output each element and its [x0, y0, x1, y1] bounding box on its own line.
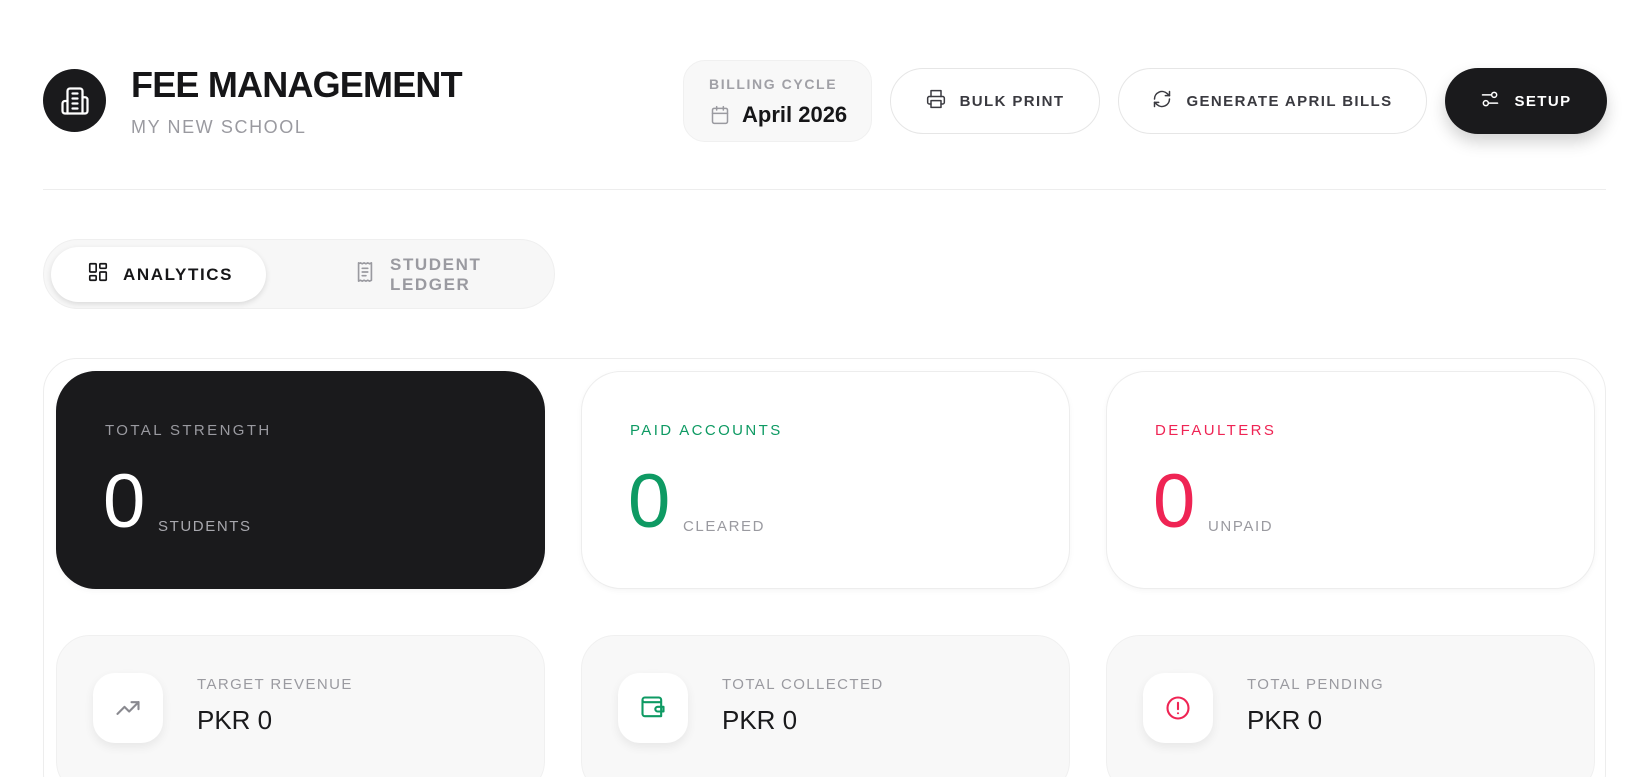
- tab-analytics[interactable]: ANALYTICS: [51, 247, 266, 302]
- total-strength-card: TOTAL STRENGTH 0 STUDENTS: [56, 371, 545, 589]
- tab-student-ledger[interactable]: STUDENT LEDGER: [308, 247, 548, 302]
- generate-bills-button[interactable]: GENERATE APRIL BILLS: [1118, 68, 1427, 134]
- trending-up-icon: [93, 673, 163, 743]
- analytics-panel: TOTAL STRENGTH 0 STUDENTS PAID ACCOUNTS …: [43, 358, 1606, 777]
- stat-label: PAID ACCOUNTS: [630, 422, 783, 439]
- setup-label: SETUP: [1514, 92, 1572, 110]
- calendar-icon: [710, 105, 730, 130]
- money-label: TARGET REVENUE: [197, 676, 353, 693]
- stat-value: 0: [628, 459, 671, 544]
- stat-unit: STUDENTS: [158, 518, 252, 535]
- sliders-icon: [1480, 89, 1500, 113]
- stat-label: DEFAULTERS: [1155, 422, 1277, 439]
- page-title: FEE MANAGEMENT: [131, 64, 463, 105]
- bulk-print-label: BULK PRINT: [959, 92, 1065, 110]
- printer-icon: [926, 89, 946, 113]
- wallet-icon: [618, 673, 688, 743]
- bulk-print-button[interactable]: BULK PRINT: [890, 68, 1100, 134]
- stat-value: 0: [1153, 459, 1196, 544]
- billing-cycle-value: April 2026: [742, 102, 848, 127]
- money-value: PKR 0: [197, 705, 273, 735]
- fee-management-page: FEE MANAGEMENT MY NEW SCHOOL BILLING CYC…: [0, 0, 1646, 777]
- billing-cycle-label: BILLING CYCLE: [709, 76, 838, 92]
- setup-button[interactable]: SETUP: [1445, 68, 1607, 134]
- dashboard-icon: [87, 261, 109, 288]
- stat-unit: UNPAID: [1208, 518, 1274, 535]
- tab-student-ledger-label: STUDENT LEDGER: [390, 254, 482, 294]
- generate-bills-label: GENERATE APRIL BILLS: [1186, 92, 1393, 110]
- alert-circle-icon: [1143, 673, 1213, 743]
- money-value: PKR 0: [1247, 705, 1323, 735]
- page-header: FEE MANAGEMENT MY NEW SCHOOL BILLING CYC…: [43, 0, 1607, 190]
- money-label: TOTAL COLLECTED: [722, 676, 884, 693]
- view-tabs: ANALYTICS STUDENT LEDGER: [43, 239, 555, 309]
- building-icon: [43, 69, 106, 132]
- school-name: MY NEW SCHOOL: [131, 117, 307, 137]
- refresh-icon: [1152, 89, 1172, 113]
- billing-cycle-picker[interactable]: BILLING CYCLE April 2026: [683, 60, 872, 142]
- total-collected-card: TOTAL COLLECTED PKR 0: [581, 635, 1070, 777]
- receipt-icon: [354, 261, 376, 288]
- stat-value: 0: [103, 459, 146, 544]
- money-value: PKR 0: [722, 705, 798, 735]
- tab-analytics-label: ANALYTICS: [123, 264, 234, 284]
- money-label: TOTAL PENDING: [1247, 676, 1385, 693]
- stat-label: TOTAL STRENGTH: [105, 422, 272, 439]
- total-pending-card: TOTAL PENDING PKR 0: [1106, 635, 1595, 777]
- target-revenue-card: TARGET REVENUE PKR 0: [56, 635, 545, 777]
- stat-unit: CLEARED: [683, 518, 766, 535]
- defaulters-card: DEFAULTERS 0 UNPAID: [1106, 371, 1595, 589]
- paid-accounts-card: PAID ACCOUNTS 0 CLEARED: [581, 371, 1070, 589]
